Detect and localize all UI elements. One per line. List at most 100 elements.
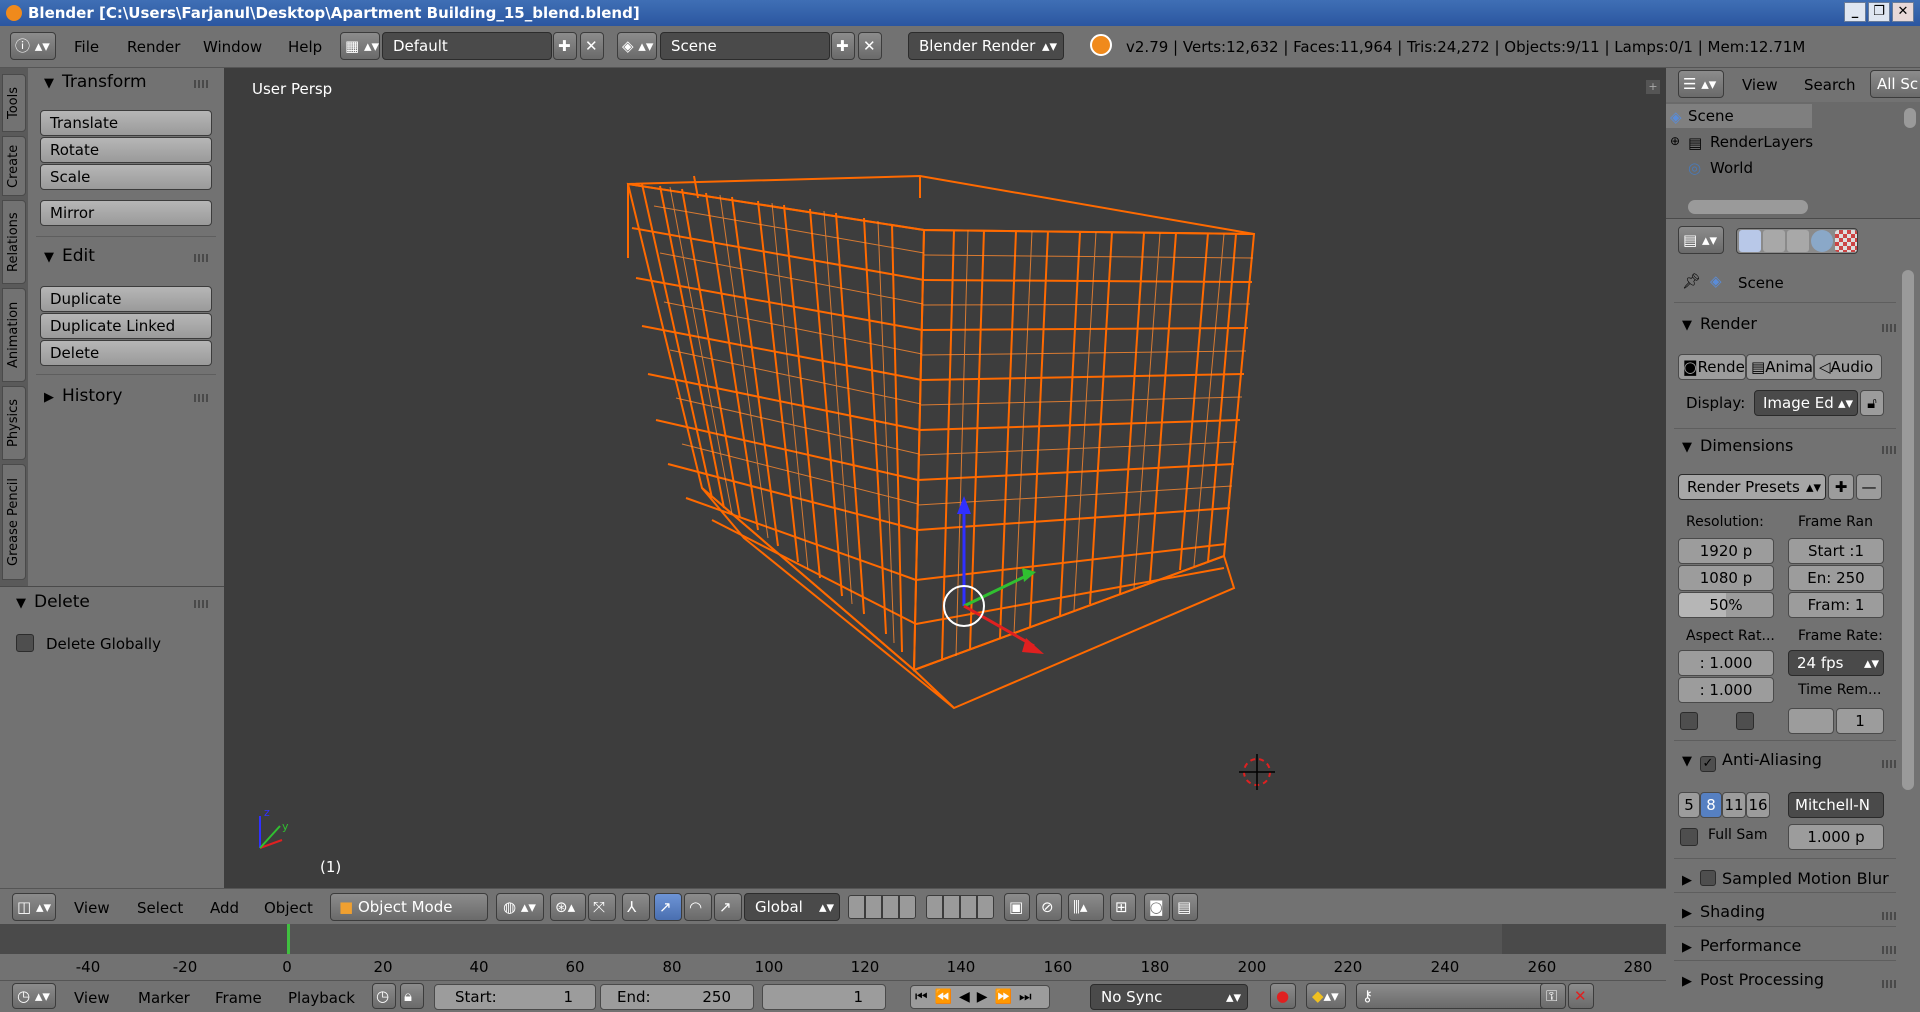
anti-aliasing-checkbox[interactable]: ✓ — [1700, 756, 1716, 772]
timeline[interactable]: -40 -20 0 20 40 60 80 100 120 140 160 18… — [0, 924, 1666, 980]
add-scene-button[interactable]: ✚ — [831, 32, 855, 60]
audio-button[interactable]: ◁Audio — [1814, 354, 1882, 380]
menu-playback[interactable]: Playback — [288, 989, 355, 1007]
display-select[interactable]: Image Ed ▴▾ — [1754, 390, 1858, 416]
record-button[interactable]: ● — [1270, 983, 1296, 1009]
3d-cursor-icon[interactable] — [1239, 754, 1275, 790]
keying-set-select[interactable]: ⚷ — [1356, 983, 1546, 1009]
menu-select[interactable]: Select — [137, 899, 183, 917]
manipulator-toggle[interactable]: ⅄ — [622, 893, 650, 921]
z-arrow-icon[interactable] — [957, 496, 971, 514]
scene-select[interactable]: Scene — [660, 32, 830, 60]
scale-button[interactable]: Scale — [40, 164, 212, 190]
lock-interface-button[interactable]: 🔓︎ — [1860, 390, 1884, 416]
end-frame-field[interactable]: End: 250 — [600, 984, 754, 1010]
drag-grip-icon[interactable] — [194, 80, 210, 88]
playhead-marker[interactable] — [287, 924, 290, 954]
performance-panel-header[interactable]: ▶ Performance — [1682, 936, 1801, 955]
remove-scene-button[interactable]: ✕ — [858, 32, 882, 60]
menu-window[interactable]: Window — [203, 38, 262, 56]
proportional-edit-button[interactable]: ⊘ — [1036, 893, 1062, 921]
opengl-anim-button[interactable]: ▤ — [1172, 893, 1198, 921]
y-arrow-icon[interactable] — [1022, 568, 1036, 582]
shading-panel-header[interactable]: ▶ Shading — [1682, 902, 1765, 921]
render-engine-select[interactable]: Blender Render ▴▾ — [908, 32, 1064, 60]
editor-type-button[interactable]: ⓘ ▴▾ — [10, 32, 56, 60]
resolution-x-field[interactable]: 1920 p — [1678, 538, 1774, 564]
opengl-render-button[interactable]: ◙ — [1144, 893, 1170, 921]
add-layout-button[interactable]: ✚ — [553, 32, 577, 60]
translate-button[interactable]: Translate — [40, 110, 212, 136]
editor-type-button[interactable]: ◷ ▴▾ — [12, 983, 56, 1009]
outliner-row-renderlayers[interactable]: ⊕ ▤ RenderLayers — [1666, 130, 1866, 154]
lock-range-button[interactable]: 🔒︎ — [400, 983, 424, 1009]
drag-grip-icon[interactable] — [1882, 760, 1898, 768]
orientation-select[interactable]: Global ▴▾ — [744, 893, 840, 921]
layer-buttons-2[interactable] — [926, 895, 994, 919]
sync-select[interactable]: No Sync ▴▾ — [1090, 984, 1248, 1010]
vertical-scrollbar[interactable] — [1904, 108, 1916, 128]
resolution-percent-slider[interactable]: 50% — [1678, 592, 1774, 618]
add-preset-button[interactable]: ✚ — [1828, 474, 1854, 500]
editor-type-button[interactable]: ▤ ▴▾ — [1678, 226, 1724, 254]
frame-end-field[interactable]: En: 250 — [1788, 565, 1884, 591]
menu-object[interactable]: Object — [264, 899, 313, 917]
delete-button[interactable]: Delete — [40, 340, 212, 366]
menu-marker[interactable]: Marker — [138, 989, 190, 1007]
aa-samples-5[interactable]: 5 — [1678, 792, 1700, 818]
menu-view[interactable]: View — [1742, 76, 1778, 94]
outliner-row-world[interactable]: ◎ World — [1666, 156, 1866, 180]
history-panel-header[interactable]: ▶ History — [44, 386, 122, 406]
menu-frame[interactable]: Frame — [215, 989, 262, 1007]
delete-globally-checkbox[interactable] — [16, 634, 34, 652]
menu-add[interactable]: Add — [210, 899, 239, 917]
remove-preset-button[interactable]: — — [1856, 474, 1882, 500]
duplicate-linked-button[interactable]: Duplicate Linked — [40, 313, 212, 339]
expand-plus-icon[interactable]: ⊕ — [1670, 134, 1680, 148]
maximize-button[interactable]: ❐ — [1868, 2, 1890, 22]
minimize-button[interactable]: _ — [1844, 2, 1866, 22]
mirror-button[interactable]: Mirror — [40, 200, 212, 226]
insert-keyframe-button[interactable]: ⚿ — [1540, 983, 1566, 1009]
keying-set-button[interactable]: ◆▴▾ — [1306, 983, 1346, 1009]
properties-scrollbar[interactable] — [1902, 270, 1914, 790]
time-remap-old-field[interactable] — [1788, 708, 1834, 734]
tab-grease-pencil[interactable]: Grease Pencil — [2, 464, 26, 580]
drag-grip-icon[interactable] — [194, 600, 210, 608]
delete-operator-header[interactable]: ▼ Delete — [16, 592, 90, 612]
menu-file[interactable]: File — [74, 38, 99, 56]
aa-samples-11[interactable]: 11 — [1722, 792, 1746, 818]
outliner-row-scene[interactable]: ◈ Scene — [1666, 104, 1812, 128]
playback-controls[interactable]: ⏮⏪◀▶⏩⏭ — [910, 985, 1050, 1009]
menu-render[interactable]: Render — [127, 38, 180, 56]
time-remap-new-field[interactable]: 1 — [1836, 708, 1884, 734]
drag-grip-icon[interactable] — [1882, 912, 1898, 920]
tab-create[interactable]: Create — [2, 136, 26, 196]
shading-select[interactable]: ◍ ▴▾ — [496, 893, 544, 921]
snap-element-select[interactable]: ⫼▴ — [1068, 893, 1104, 921]
close-window-button[interactable]: ✕ — [1892, 2, 1914, 22]
lock-camera-button[interactable]: ▣ — [1004, 893, 1030, 921]
drag-grip-icon[interactable] — [1882, 946, 1898, 954]
drag-grip-icon[interactable] — [194, 254, 210, 262]
translate-manipulator-button[interactable]: ↗ — [654, 893, 682, 921]
editor-type-button[interactable]: ◫ ▴▾ — [12, 893, 56, 921]
duplicate-button[interactable]: Duplicate — [40, 286, 212, 312]
snap-target-button[interactable]: ⊞ — [1110, 893, 1136, 921]
aa-samples-16[interactable]: 16 — [1746, 792, 1770, 818]
frame-start-field[interactable]: Start :1 — [1788, 538, 1884, 564]
frame-step-field[interactable]: Fram: 1 — [1788, 592, 1884, 618]
filter-size-field[interactable]: 1.000 p — [1788, 824, 1884, 850]
delete-keyframe-button[interactable]: ✕ — [1568, 983, 1594, 1009]
tab-relations[interactable]: Relations — [2, 200, 26, 284]
preview-range-button[interactable]: ◷ — [372, 983, 396, 1009]
drag-grip-icon[interactable] — [1882, 980, 1898, 988]
post-processing-panel-header[interactable]: ▶ Post Processing — [1682, 970, 1824, 989]
transform-panel-header[interactable]: ▼ Transform — [44, 72, 147, 92]
scene-tab-icon[interactable] — [1787, 230, 1809, 252]
layout-icon-button[interactable]: ▦ ▴▾ — [340, 32, 380, 60]
timeline-ruler[interactable] — [0, 954, 1666, 980]
tab-tools[interactable]: Tools — [2, 74, 26, 132]
render-panel-header[interactable]: ▼ Render — [1682, 314, 1757, 333]
dimensions-panel-header[interactable]: ▼ Dimensions — [1682, 436, 1793, 455]
